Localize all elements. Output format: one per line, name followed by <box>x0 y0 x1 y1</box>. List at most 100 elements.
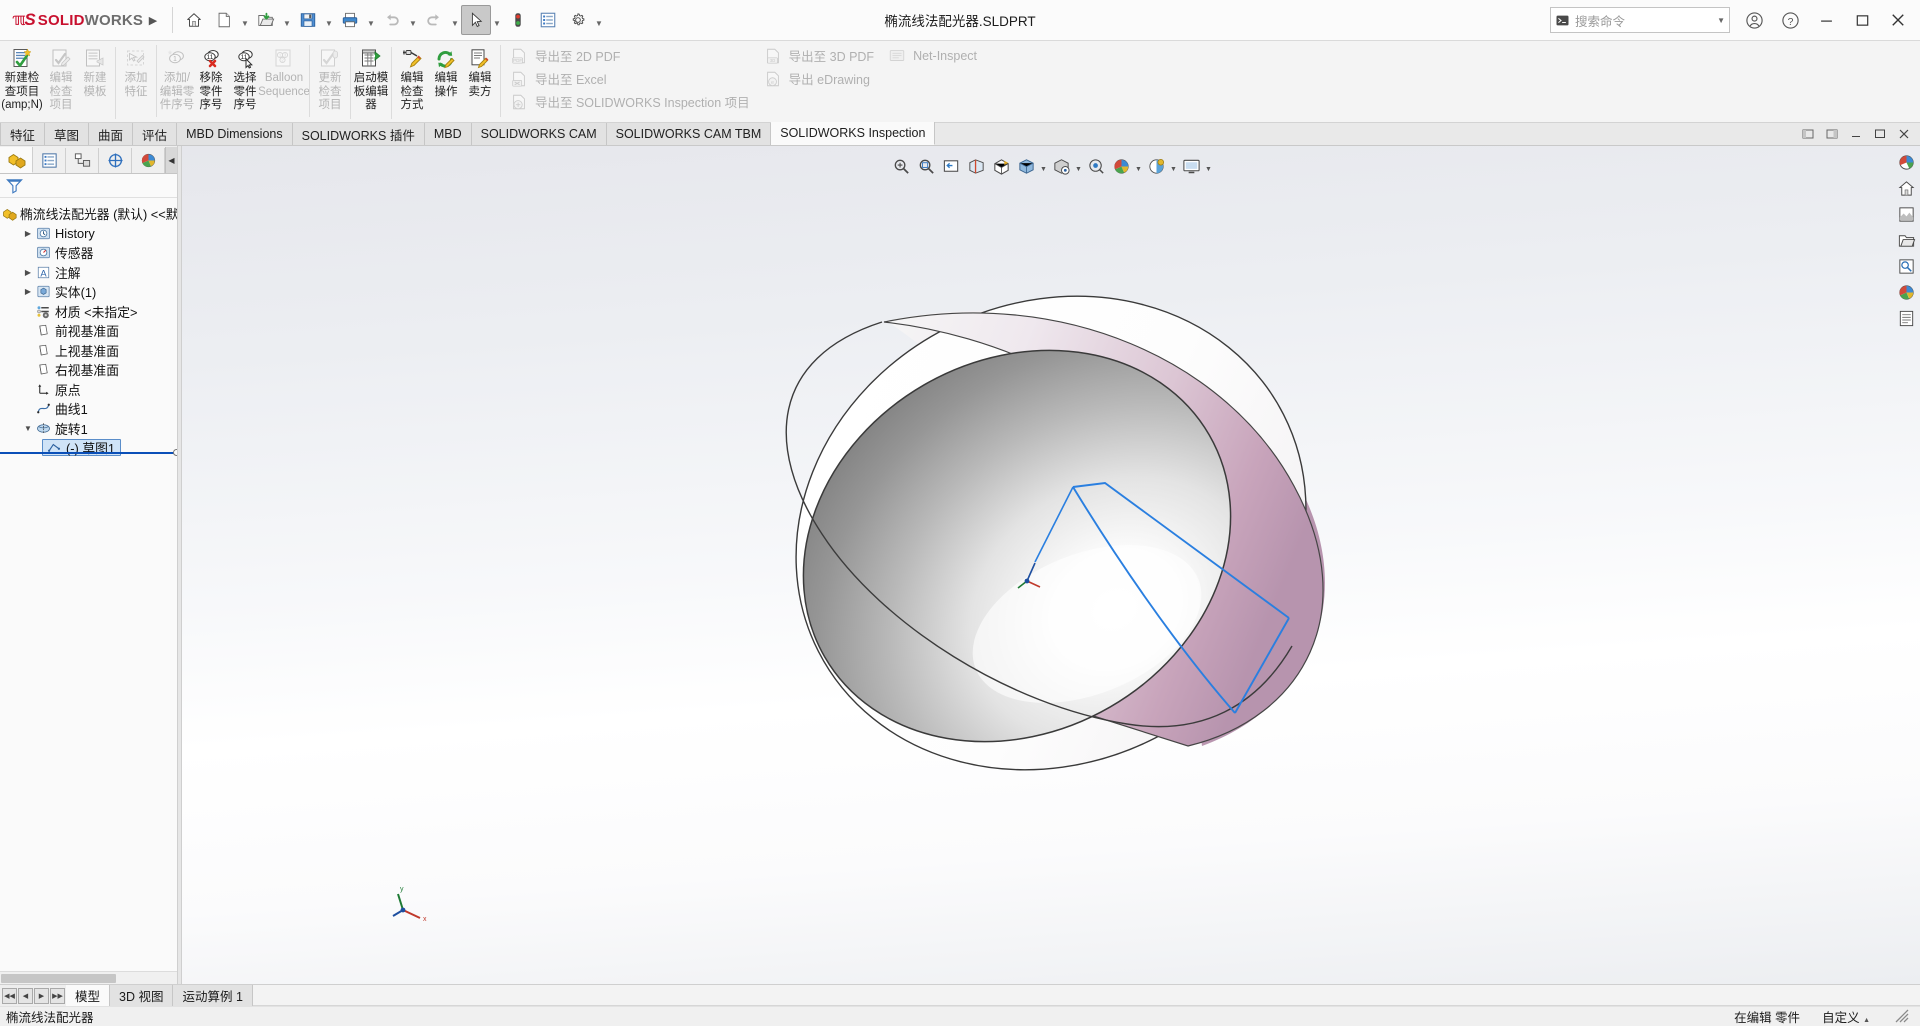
help-button[interactable]: ? <box>1772 0 1808 40</box>
section-view-button[interactable] <box>964 154 988 178</box>
property-manager-tab[interactable] <box>33 148 66 173</box>
tree-item-sketch1[interactable]: (-) 草图1 <box>0 438 177 458</box>
configuration-manager-tab[interactable] <box>66 148 99 173</box>
new-document-chevron-down-icon[interactable]: ▼ <box>239 5 251 35</box>
undo-button[interactable] <box>377 5 407 35</box>
custom-properties-button[interactable] <box>1894 306 1918 330</box>
open-document-chevron-down-icon[interactable]: ▼ <box>281 5 293 35</box>
appearances-home-button[interactable] <box>1894 176 1918 200</box>
tab-solidworks-cam-tbm[interactable]: SOLIDWORKS CAM TBM <box>606 123 772 145</box>
add-edit-balloon-button[interactable]: 1 添加/编辑零 件序号 <box>160 43 194 113</box>
bottom-tab-motion-study[interactable]: 运动算例 1 <box>173 985 253 1006</box>
minimize-window-button[interactable] <box>1808 0 1844 40</box>
print-button[interactable] <box>335 5 365 35</box>
bottom-tab-3d-views[interactable]: 3D 视图 <box>110 985 174 1006</box>
tree-horizontal-scrollbar[interactable] <box>0 971 177 984</box>
rebuild-button[interactable] <box>503 5 533 35</box>
search-command-input[interactable]: 搜索命令 ▼ <box>1550 7 1730 33</box>
edit-vendor-button[interactable]: 编辑 卖方 <box>463 43 497 99</box>
display-style-chevron-down-icon[interactable]: ▼ <box>1039 154 1048 178</box>
launch-template-editor-button[interactable]: 启动模 板编辑器 <box>354 43 388 113</box>
model-3d-view[interactable] <box>182 146 1920 984</box>
export-edrawing-item[interactable]: e 导出 eDrawing <box>758 67 882 90</box>
add-feature-button[interactable]: 添加 特征 <box>119 43 153 99</box>
tab-features[interactable]: 特征 <box>0 123 46 145</box>
view-settings-button[interactable] <box>1144 154 1168 178</box>
tree-item-top-plane[interactable]: 上视基准面 <box>0 341 177 361</box>
next-icon[interactable]: ▶ <box>34 987 49 1004</box>
tree-item-sensors[interactable]: 传感器 <box>0 243 177 263</box>
export-inspection-project-item[interactable]: 导出至 SOLIDWORKS Inspection 项目 <box>504 90 758 113</box>
previous-icon[interactable]: ◀ <box>18 987 33 1004</box>
redo-button[interactable] <box>419 5 449 35</box>
update-inspection-button[interactable]: 更新 检查 项目 <box>313 43 347 113</box>
tab-evaluate[interactable]: 评估 <box>133 123 178 145</box>
bottom-tab-model[interactable]: 模型 <box>66 985 111 1006</box>
apply-scene-chevron-down-icon[interactable]: ▼ <box>1134 154 1143 178</box>
hide-show-items-button[interactable] <box>1049 154 1073 178</box>
feature-manager-tab[interactable] <box>0 147 33 173</box>
customize-chevron-up-icon[interactable]: ▲ <box>1863 1017 1870 1024</box>
scenes-button[interactable] <box>1894 202 1918 226</box>
redo-chevron-down-icon[interactable]: ▼ <box>449 5 461 35</box>
new-template-button[interactable]: 新建 模板 <box>78 43 112 99</box>
edit-inspection-project-button[interactable]: 编辑 检查 项目 <box>44 43 78 113</box>
maximize-window-button[interactable] <box>1844 0 1880 40</box>
tree-item-part-root[interactable]: 椭流线法配光器 (默认) <<默认 <box>0 204 177 224</box>
select-tool-chevron-down-icon[interactable]: ▼ <box>491 5 503 35</box>
view-orientation-button[interactable] <box>989 154 1013 178</box>
zoom-to-area-button[interactable] <box>914 154 938 178</box>
print-chevron-down-icon[interactable]: ▼ <box>365 5 377 35</box>
viewport-chevron-down-icon[interactable]: ▼ <box>1204 154 1213 178</box>
new-document-button[interactable] <box>209 5 239 35</box>
minimize-document-icon[interactable] <box>1845 124 1867 144</box>
remove-balloon-button[interactable]: 11 移除 零件 序号 <box>194 43 228 113</box>
tab-solidworks-inspection[interactable]: SOLIDWORKS Inspection <box>771 122 936 145</box>
search-chevron-down-icon[interactable]: ▼ <box>1717 16 1725 25</box>
tab-mbd-dimensions[interactable]: MBD Dimensions <box>177 123 293 145</box>
tab-solidworks-cam[interactable]: SOLIDWORKS CAM <box>471 123 607 145</box>
tree-item-right-plane[interactable]: 右视基准面 <box>0 360 177 380</box>
settings-chevron-down-icon[interactable]: ▼ <box>593 5 605 35</box>
rollback-bar[interactable] <box>0 452 177 454</box>
close-document-icon[interactable] <box>1893 124 1915 144</box>
maximize-document-icon[interactable] <box>1869 124 1891 144</box>
tree-item-revolve1[interactable]: ▼ 旋转1 <box>0 419 177 439</box>
tree-scroll-thumb[interactable] <box>1 974 116 983</box>
viewport-button[interactable] <box>1179 154 1203 178</box>
edit-appearance-button[interactable] <box>1084 154 1108 178</box>
tab-sketch[interactable]: 草图 <box>45 123 90 145</box>
tree-item-curve1[interactable]: 曲线1 <box>0 399 177 419</box>
search-library-button[interactable] <box>1894 254 1918 278</box>
save-chevron-down-icon[interactable]: ▼ <box>323 5 335 35</box>
save-button[interactable] <box>293 5 323 35</box>
export-3d-pdf-item[interactable]: 3D 导出至 3D PDF <box>758 44 882 67</box>
select-tool-button[interactable] <box>461 5 491 35</box>
tree-item-history[interactable]: ▶ History <box>0 224 177 244</box>
apply-scene-button[interactable] <box>1109 154 1133 178</box>
settings-gear-icon[interactable] <box>563 5 593 35</box>
select-balloon-button[interactable]: 11 选择 零件 序号 <box>228 43 262 113</box>
tab-mbd[interactable]: MBD <box>424 123 472 145</box>
net-inspect-item[interactable]: Net-Inspect <box>882 44 985 67</box>
tree-expander[interactable]: ▼ <box>22 424 34 433</box>
balloon-sequence-button[interactable]: 132 Balloon Sequence <box>258 43 310 99</box>
feature-tree[interactable]: 椭流线法配光器 (默认) <<默认 ▶ History 传感器 ▶ A 注解 ▶… <box>0 198 177 971</box>
dimxpert-manager-tab[interactable] <box>99 148 132 173</box>
restore-pane-icon[interactable] <box>1797 124 1819 144</box>
restore-window-icon[interactable] <box>1821 124 1843 144</box>
options-list-button[interactable] <box>533 5 563 35</box>
tree-expander[interactable]: ▶ <box>22 287 34 296</box>
tree-item-origin[interactable]: 原点 <box>0 380 177 400</box>
edit-inspection-method-button[interactable]: 编辑 检查 方式 <box>395 43 429 113</box>
home-button[interactable] <box>179 5 209 35</box>
tree-item-material[interactable]: 材质 <未指定> <box>0 302 177 322</box>
tab-solidworks-addins[interactable]: SOLIDWORKS 插件 <box>292 123 425 145</box>
edit-operation-button[interactable]: 编辑 操作 <box>429 43 463 99</box>
open-document-button[interactable] <box>251 5 281 35</box>
previous-view-button[interactable] <box>939 154 963 178</box>
display-style-button[interactable] <box>1014 154 1038 178</box>
status-bar-customize[interactable]: 自定义 ▲ <box>1822 1007 1870 1026</box>
file-explorer-button[interactable] <box>1894 228 1918 252</box>
account-button[interactable] <box>1736 0 1772 40</box>
